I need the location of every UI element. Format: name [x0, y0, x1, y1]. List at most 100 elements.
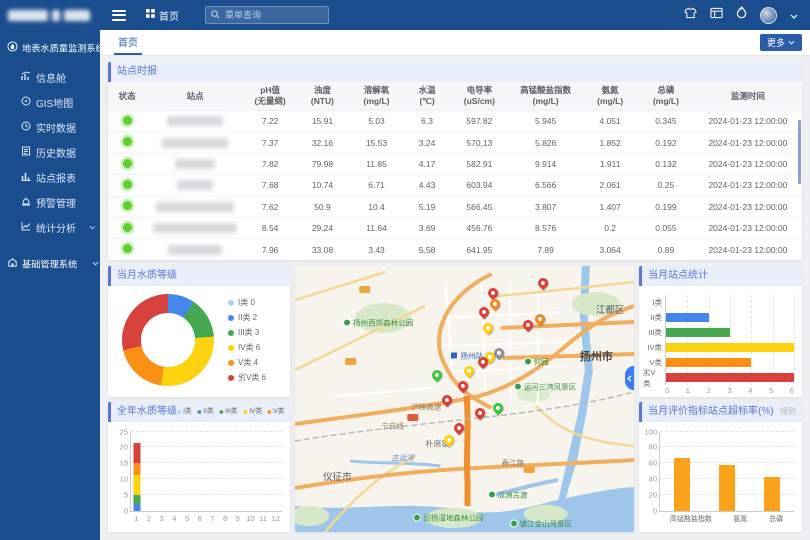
station-table: 状态站点pH值(无量纲)浊度(NTU)溶解氧(mg/L)水温(℃)电导率(uS/… — [108, 82, 802, 260]
tab-home[interactable]: 首页 — [114, 30, 142, 55]
value-cell: 0.25 — [638, 175, 694, 196]
x-tick-label: 5 — [181, 514, 194, 523]
value-cell: 0.055 — [638, 218, 694, 239]
search-input[interactable] — [223, 9, 323, 21]
map-pin-yellow[interactable] — [463, 366, 474, 380]
status-cell — [108, 175, 146, 196]
map-collapse-handle[interactable] — [625, 366, 634, 390]
sidebar-group-surface-water[interactable]: 地表水质量监测系统 — [0, 30, 100, 65]
column-header: 水温(℃) — [404, 82, 449, 111]
pin-icon — [533, 312, 547, 326]
map-pin-orange[interactable] — [489, 299, 500, 313]
column-title: 站点 — [146, 91, 244, 102]
y-tick-label: 40 — [649, 474, 657, 483]
menu-search[interactable] — [205, 6, 329, 24]
map-pin-red[interactable] — [522, 320, 533, 334]
map-pin-yellow[interactable] — [444, 435, 455, 449]
site-cell — [146, 218, 244, 239]
legend-item[interactable]: II类 2 — [228, 312, 266, 323]
map-pin-red[interactable] — [477, 357, 488, 371]
column-header: pH值(无量纲) — [244, 82, 296, 111]
sidebar-item-gis-map[interactable]: GIS地图 — [0, 90, 100, 115]
fullscreen-icon[interactable] — [710, 6, 723, 24]
status-dot — [123, 159, 132, 168]
sidebar-item-label: 信息舱 — [36, 70, 66, 85]
value-cell: 5.19 — [404, 196, 449, 217]
compass-icon — [21, 96, 31, 109]
legend-item[interactable]: IV类 6 — [228, 342, 266, 353]
pin-icon — [521, 318, 535, 332]
menu-toggle-icon[interactable] — [112, 10, 126, 21]
line-chart-icon — [21, 221, 31, 234]
legend-item[interactable]: II类 — [197, 402, 213, 421]
legend-item[interactable]: 劣V类 6 — [228, 372, 266, 383]
chevron-down-icon[interactable] — [790, 6, 798, 24]
map-pin-red[interactable] — [474, 408, 485, 422]
value-cell: 2024-01-23 12:00:00 — [694, 175, 802, 196]
legend-item[interactable]: V类 — [268, 402, 285, 421]
nav-home[interactable]: 首页 — [146, 8, 179, 23]
bar-row — [666, 325, 794, 340]
sidebar-item-alert-management[interactable]: 预警管理 — [0, 190, 100, 215]
x-category-label: 总磷 — [769, 514, 783, 524]
value-cell: 3.69 — [404, 218, 449, 239]
pin-icon — [475, 355, 489, 369]
panel-title: 当月水质等级 — [117, 266, 177, 286]
sidebar-group-base-management[interactable]: 基础管理系统 — [0, 246, 100, 281]
table-scrollbar[interactable] — [798, 120, 801, 184]
pin-icon — [476, 305, 490, 319]
site-cell — [146, 196, 244, 217]
legend-item[interactable]: V类 4 — [228, 357, 266, 368]
avatar[interactable] — [760, 7, 777, 24]
pin-icon — [536, 276, 550, 290]
legend-label: I类 — [183, 402, 192, 421]
x-tick-label: 7 — [206, 514, 219, 523]
map-pin-green[interactable] — [432, 370, 443, 384]
more-button[interactable]: 更多 — [760, 34, 802, 51]
value-cell: 7.37 — [244, 132, 296, 153]
v-bar — [719, 465, 735, 510]
legend-dot — [243, 410, 247, 414]
legend-label: V类 — [273, 402, 284, 421]
map[interactable]: 扬州市江都区仪征市扬州西郊森林公园扬州站何园运河三湾风景区润扬湿地森林公园瓜洲古… — [295, 266, 634, 532]
map-pin-yellow[interactable] — [482, 323, 493, 337]
column-header: 监测时间 — [694, 82, 802, 111]
map-pin-red[interactable] — [478, 307, 489, 321]
status-cell — [108, 111, 146, 132]
map-pin-orange[interactable] — [534, 314, 545, 328]
map-pin-red[interactable] — [537, 278, 548, 292]
legend-item[interactable]: III类 — [219, 402, 237, 421]
flame-icon[interactable] — [736, 6, 747, 24]
value-cell: 33.08 — [296, 239, 348, 260]
bar-row — [666, 355, 794, 370]
status-cell — [108, 153, 146, 174]
legend-item[interactable]: I类 0 — [228, 297, 266, 308]
redacted-site-name — [177, 180, 213, 190]
value-cell: 6.3 — [404, 111, 449, 132]
vbar-x-labels: 高锰酸盐指数氨氮总磷 — [659, 514, 794, 524]
sidebar-item-history-data[interactable]: 历史数据 — [0, 140, 100, 165]
map-pin-red[interactable] — [442, 395, 453, 409]
sidebar-item-label: 统计分析 — [36, 220, 76, 235]
map-pin-red[interactable] — [454, 423, 465, 437]
sidebar-item-site-reports[interactable]: 站点报表 — [0, 165, 100, 190]
app-root: 地表水质量监测系统 信息舱 GIS地图 实时数据 历史数据 站点报表 预警管理 — [0, 0, 810, 540]
map-pin-green[interactable] — [492, 403, 503, 417]
legend-item[interactable]: IV类 — [243, 402, 262, 421]
y-tick-label: 0 — [653, 506, 657, 515]
sidebar-item-realtime-data[interactable]: 实时数据 — [0, 115, 100, 140]
x-tick-label: 11 — [257, 514, 270, 523]
legend-item[interactable]: I类 — [177, 402, 191, 421]
legend-item[interactable]: III类 3 — [228, 327, 266, 338]
sidebar-item-statistics[interactable]: 统计分析 — [0, 215, 100, 240]
sidebar-item-info-hub[interactable]: 信息舱 — [0, 65, 100, 90]
bar-slot — [257, 432, 270, 511]
theme-shirt-icon[interactable] — [684, 6, 697, 24]
map-pin-red[interactable] — [458, 381, 469, 395]
value-cell: 597.82 — [450, 111, 509, 132]
column-header: 氨氮(mg/L) — [582, 82, 638, 111]
bar-slot — [131, 432, 144, 511]
status-dot — [123, 223, 132, 232]
rules-link[interactable]: 规则 — [780, 402, 796, 422]
y-category-label: IV类 — [643, 340, 665, 355]
